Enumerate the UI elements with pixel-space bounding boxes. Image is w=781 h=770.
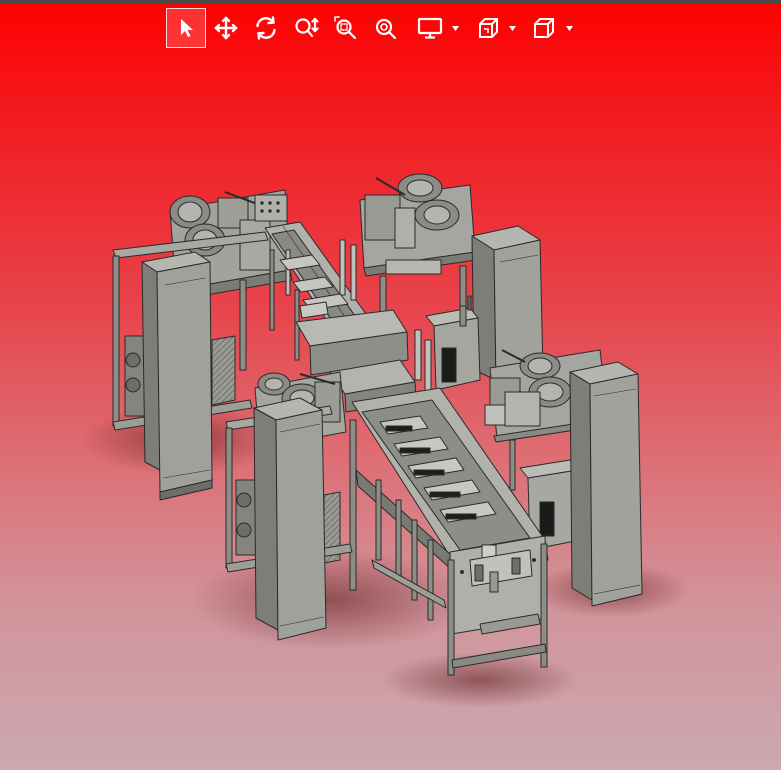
zoom-fit-button[interactable] (366, 8, 406, 48)
move-arrows-icon (214, 16, 238, 40)
middle-right-unit (425, 295, 481, 391)
caret-down-icon (508, 25, 516, 31)
pan-tool-button[interactable] (206, 8, 246, 48)
assembly-model[interactable] (0, 0, 781, 770)
back-left-cabinet (141, 251, 213, 501)
zoom-window-button[interactable] (326, 8, 366, 48)
zoom-updown-icon (295, 17, 319, 38)
section-view-button[interactable] (463, 8, 511, 48)
rotate-tool-button[interactable] (246, 8, 286, 48)
view-orientation-dropdown[interactable] (562, 8, 576, 48)
front-left-cabinet (253, 397, 327, 641)
caret-down-icon (565, 25, 573, 31)
zoom-tool-button[interactable] (286, 8, 326, 48)
view-toolbar (166, 8, 577, 48)
cube-view-icon (534, 18, 554, 38)
rotate-icon (256, 16, 276, 40)
back-right-motor-station (359, 173, 477, 327)
select-tool-button[interactable] (166, 8, 206, 48)
zoom-window-icon (334, 16, 357, 40)
display-mode-dropdown[interactable] (448, 8, 462, 48)
3d-viewport[interactable] (0, 0, 781, 770)
right-cabinet (569, 361, 643, 607)
display-mode-button[interactable] (406, 8, 454, 48)
caret-down-icon (451, 25, 459, 31)
zoom-fit-icon (375, 18, 397, 40)
section-view-icon (479, 18, 498, 38)
view-orientation-button[interactable] (520, 8, 568, 48)
select-arrow-icon (181, 19, 193, 37)
monitor-icon (417, 17, 443, 39)
section-view-dropdown[interactable] (505, 8, 519, 48)
